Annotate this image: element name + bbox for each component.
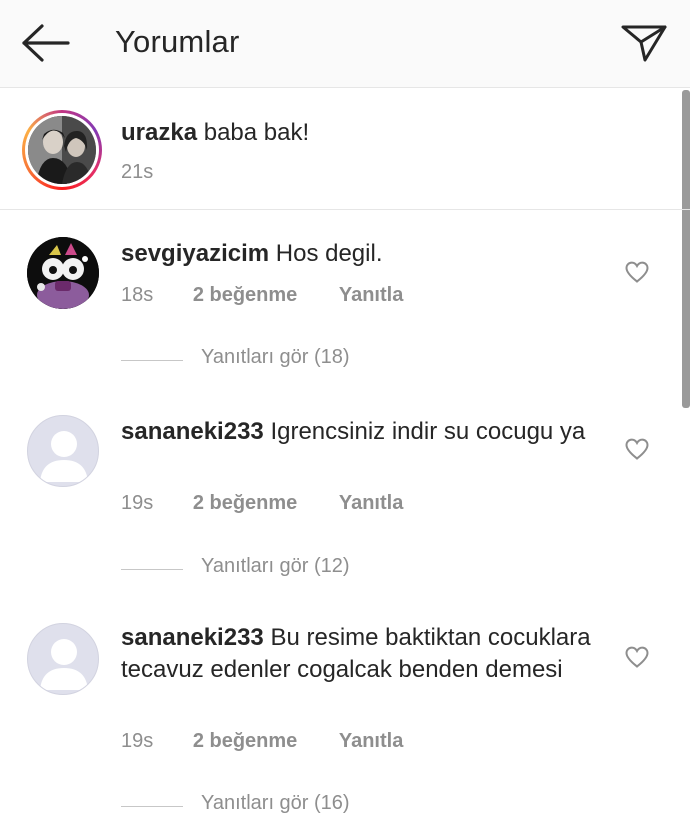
heart-icon [625, 261, 649, 283]
comment-username[interactable]: sevgiyazicim [121, 240, 269, 267]
default-user-icon [40, 639, 88, 690]
comment-text: sevgiyazicim Hos degil. [121, 238, 591, 270]
cartoon-avatar-icon [27, 237, 99, 309]
likes-count-button[interactable]: 2 beğenme [193, 730, 297, 753]
comment-text: sananeki233 Bu resime baktiktan cocuklar… [121, 622, 591, 686]
comment-text: sananeki233 Igrencsiniz indir su cocugu … [121, 416, 591, 448]
arrow-left-icon [22, 24, 70, 62]
view-replies-label: Yanıtları gör (12) [201, 555, 350, 577]
post-caption: urazka baba bak! 21s [0, 89, 690, 210]
avatar[interactable] [27, 623, 99, 695]
page-title: Yorumlar [115, 24, 240, 59]
comment-username[interactable]: sananeki233 [121, 418, 264, 445]
reply-button[interactable]: Yanıtla [339, 492, 403, 515]
caption-timestamp: 21s [121, 161, 154, 183]
likes-count-button[interactable]: 2 beğenme [193, 284, 297, 307]
avatar [28, 116, 96, 184]
view-replies-button[interactable]: Yanıtları gör (18) [121, 346, 421, 376]
comment-body: Igrencsiniz indir su cocugu ya [270, 418, 586, 445]
comment-timestamp: 19s [121, 492, 154, 514]
like-button[interactable] [624, 645, 650, 669]
comment-meta: 19s 2 beğenme Yanıtla [121, 730, 403, 753]
reply-button[interactable]: Yanıtla [339, 284, 403, 307]
view-replies-button[interactable]: Yanıtları gör (12) [121, 555, 421, 585]
comment-timestamp: 19s [121, 730, 154, 752]
caption-body: baba bak! [203, 119, 310, 146]
view-replies-button[interactable]: Yanıtları gör (16) [121, 792, 421, 822]
direct-message-button[interactable] [618, 18, 670, 66]
heart-icon [625, 438, 649, 460]
like-button[interactable] [624, 260, 650, 284]
divider [121, 569, 183, 570]
caption-username[interactable]: urazka [121, 119, 197, 146]
reply-button[interactable]: Yanıtla [339, 730, 403, 753]
top-bar: Yorumlar [0, 0, 690, 88]
comment-meta: 18s 2 beğenme Yanıtla [121, 284, 403, 307]
story-ring[interactable] [22, 110, 102, 190]
avatar[interactable] [27, 237, 99, 309]
paper-plane-icon [621, 25, 667, 62]
view-replies-label: Yanıtları gör (18) [201, 346, 350, 368]
profile-photo-icon [28, 116, 96, 184]
divider [121, 360, 183, 361]
default-user-icon [40, 431, 88, 482]
caption-text: urazka baba bak! [121, 117, 309, 149]
likes-count-button[interactable]: 2 beğenme [193, 492, 297, 515]
comment-timestamp: 18s [121, 284, 154, 306]
divider [121, 806, 183, 807]
comment-body: Hos degil. [275, 240, 383, 267]
like-button[interactable] [624, 437, 650, 461]
comment-username[interactable]: sananeki233 [121, 624, 264, 651]
back-button[interactable] [20, 22, 72, 64]
comment-meta: 19s 2 beğenme Yanıtla [121, 492, 403, 515]
avatar[interactable] [27, 415, 99, 487]
heart-icon [625, 646, 649, 668]
view-replies-label: Yanıtları gör (16) [201, 792, 350, 814]
